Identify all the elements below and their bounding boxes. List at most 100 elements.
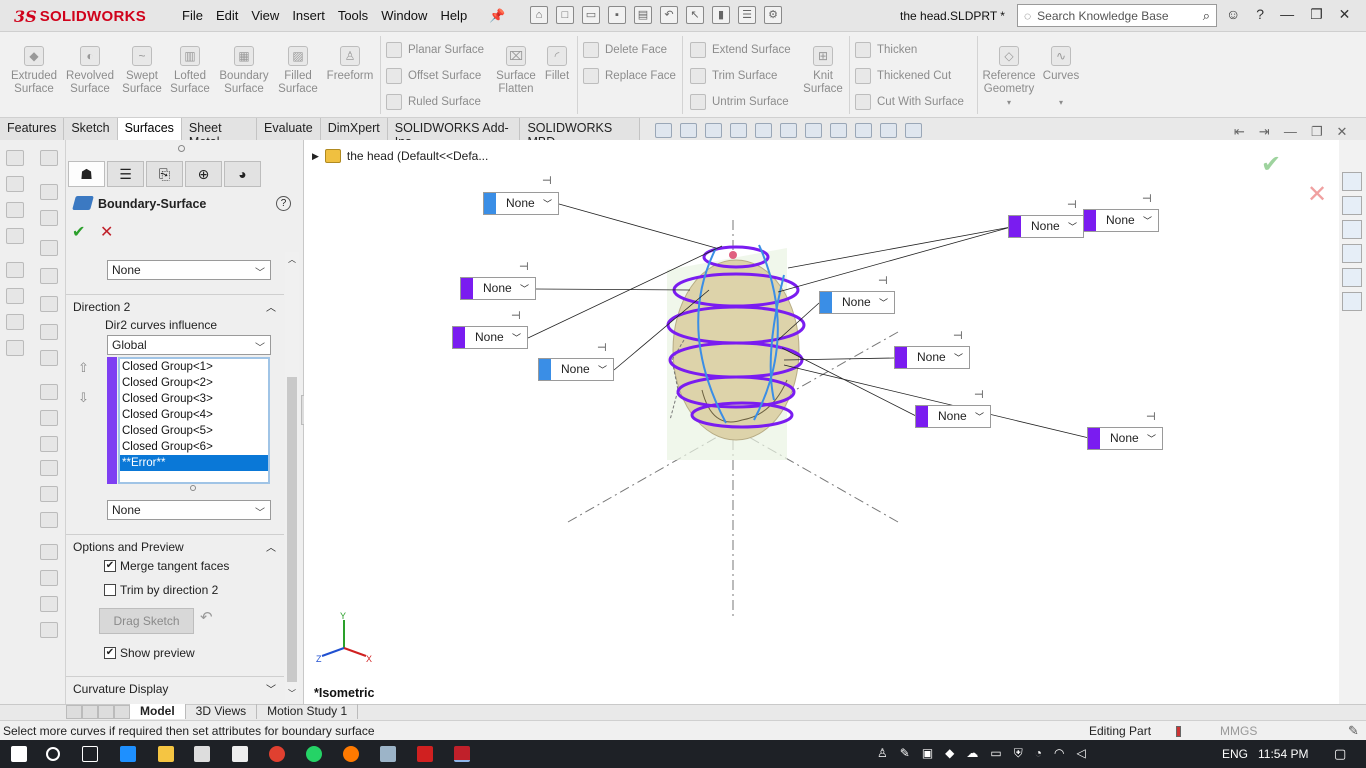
- menu-insert[interactable]: Insert: [292, 8, 335, 23]
- configuration-manager-tab-icon[interactable]: ⎘: [146, 161, 183, 187]
- connector-select[interactable]: None ﹀: [915, 405, 991, 428]
- unit-system[interactable]: MMGS: [1220, 724, 1257, 738]
- text-tool-icon[interactable]: [6, 228, 24, 244]
- delete-face-button[interactable]: Delete Face: [583, 42, 667, 58]
- options-gear-icon[interactable]: ⚙: [764, 6, 782, 24]
- tab-sketch[interactable]: Sketch: [64, 118, 118, 140]
- file-explorer-icon[interactable]: [158, 746, 174, 762]
- fillet-tool-icon[interactable]: [40, 240, 58, 256]
- mirror-tool-icon[interactable]: [6, 288, 24, 304]
- quick-snaps-icon[interactable]: [40, 350, 58, 366]
- tab-evaluate[interactable]: Evaluate: [257, 118, 321, 140]
- list-item[interactable]: Closed Group<4>: [120, 407, 268, 423]
- design-library-icon[interactable]: [1342, 196, 1362, 215]
- search-circle-icon[interactable]: [46, 747, 60, 761]
- next-tab-icon[interactable]: [98, 705, 114, 719]
- planar-surface-button[interactable]: Planar Surface: [386, 42, 484, 58]
- align-bottom-icon[interactable]: [40, 512, 58, 528]
- search-knowledge-base[interactable]: ◌ Search Knowledge Base ⌕: [1017, 4, 1217, 27]
- tab-model[interactable]: Model: [130, 704, 186, 719]
- list-resize-grip[interactable]: [190, 485, 196, 491]
- grid-icon[interactable]: [40, 622, 58, 638]
- graphics-area[interactable]: ▶ the head (Default<<Defa... None ﹀ ⊣ No…: [304, 140, 1339, 704]
- pdf-reader-icon[interactable]: [417, 746, 433, 762]
- offset-tool-icon[interactable]: [6, 262, 24, 278]
- antivirus-icon[interactable]: ◆: [945, 746, 954, 761]
- edit-appearance-icon[interactable]: [855, 123, 872, 138]
- collapse-right-icon[interactable]: ⇥: [1259, 124, 1270, 140]
- ok-checkmark-icon[interactable]: ✔: [72, 222, 85, 242]
- mail-icon[interactable]: [232, 746, 248, 762]
- user-icon[interactable]: ☺: [1226, 6, 1240, 23]
- align-top-icon[interactable]: [40, 436, 58, 452]
- thicken-button[interactable]: Thicken: [855, 42, 917, 58]
- chrome-icon[interactable]: [269, 746, 285, 762]
- connector-select[interactable]: None ﹀: [1008, 215, 1084, 238]
- direction2-curves-list[interactable]: Closed Group<1> Closed Group<2> Closed G…: [118, 357, 270, 484]
- pin-icon[interactable]: ⊣: [519, 260, 529, 273]
- connector-select[interactable]: None ﹀: [483, 192, 559, 215]
- connector-select[interactable]: None ﹀: [819, 291, 895, 314]
- help-icon[interactable]: ?: [276, 196, 291, 211]
- untrim-surface-button[interactable]: Untrim Surface: [690, 94, 789, 110]
- list-item[interactable]: Closed Group<6>: [120, 439, 268, 455]
- view-settings-icon[interactable]: [905, 123, 922, 138]
- tab-solidworks-mbd[interactable]: SOLIDWORKS MBD: [520, 118, 640, 149]
- prev-tab-icon[interactable]: [82, 705, 98, 719]
- align-center-icon[interactable]: [40, 486, 58, 502]
- connector-select[interactable]: None ﹀: [1083, 209, 1159, 232]
- appearances-icon[interactable]: [1342, 268, 1362, 287]
- viewport-minimize-icon[interactable]: —: [1284, 124, 1297, 140]
- scroll-down-icon[interactable]: ﹀: [288, 688, 296, 699]
- pin-icon[interactable]: ⊣: [511, 309, 521, 322]
- display-style-icon[interactable]: [805, 123, 822, 138]
- lofted-surface-button[interactable]: ▥ Lofted Surface: [167, 46, 213, 96]
- language-indicator[interactable]: ENG: [1222, 747, 1248, 761]
- revolved-surface-button[interactable]: ◐ Revolved Surface: [63, 46, 117, 96]
- direction2-group-header[interactable]: Direction 2 ︿: [66, 294, 284, 316]
- list-item[interactable]: Closed Group<2>: [120, 375, 268, 391]
- custom-properties-icon[interactable]: [1342, 292, 1362, 311]
- distribute-icon[interactable]: [40, 460, 58, 476]
- checkbox-checked-icon[interactable]: ✔: [104, 560, 116, 572]
- shield-icon[interactable]: ⛨: [1014, 746, 1023, 761]
- pin-icon[interactable]: ⊣: [1067, 198, 1077, 211]
- confirm-cancel-icon[interactable]: ✕: [1307, 180, 1327, 209]
- wifi-icon[interactable]: ◠: [1054, 746, 1064, 761]
- circle-tool-icon[interactable]: [40, 184, 58, 200]
- list-item[interactable]: Closed Group<1>: [120, 359, 268, 375]
- drag-sketch-button[interactable]: Drag Sketch: [99, 608, 194, 634]
- view-palette-icon[interactable]: [1342, 244, 1362, 263]
- edge-browser-icon[interactable]: [120, 746, 136, 762]
- tab-3d-views[interactable]: 3D Views: [186, 704, 258, 719]
- confirm-ok-icon[interactable]: ✔: [1261, 150, 1281, 179]
- pin-icon[interactable]: ⊣: [542, 174, 552, 187]
- collapse-chevron-icon[interactable]: ︿: [266, 299, 276, 314]
- move-down-arrow-icon[interactable]: ⇩: [78, 390, 89, 406]
- restore-icon[interactable]: ❐: [1310, 6, 1323, 23]
- pen-icon[interactable]: ✎: [900, 746, 910, 761]
- zoom-to-fit-icon[interactable]: [655, 123, 672, 138]
- direction1-end-condition-select[interactable]: None ﹀: [107, 260, 271, 280]
- undo-sketch-drag-icon[interactable]: ↶: [200, 608, 213, 626]
- search-placeholder[interactable]: Search Knowledge Base: [1037, 9, 1197, 23]
- boundary-surface-button[interactable]: ▦ Boundary Surface: [216, 46, 272, 96]
- collapse-left-icon[interactable]: ⇤: [1234, 124, 1245, 140]
- menu-file[interactable]: File: [182, 8, 213, 23]
- solidworks-resources-icon[interactable]: [1342, 172, 1362, 191]
- tab-dimxpert[interactable]: DimXpert: [321, 118, 388, 140]
- collapse-chevron-icon[interactable]: ︿: [266, 539, 276, 554]
- solidworks-taskbar-icon[interactable]: [454, 746, 470, 762]
- tab-solidworks-add-ins[interactable]: SOLIDWORKS Add-Ins: [388, 118, 521, 149]
- point-tool-icon[interactable]: [40, 210, 58, 226]
- notification-icon[interactable]: ▢: [1334, 746, 1346, 762]
- connector-select[interactable]: None ﹀: [1087, 427, 1163, 450]
- volume-icon[interactable]: ◁: [1077, 746, 1086, 761]
- connector-select[interactable]: None ﹀: [452, 326, 528, 349]
- freeform-button[interactable]: ♙ Freeform: [325, 46, 375, 83]
- feature-manager-tab-icon[interactable]: ☗: [68, 161, 105, 187]
- thickened-cut-button[interactable]: Thickened Cut: [855, 68, 951, 84]
- list-item[interactable]: Closed Group<5>: [120, 423, 268, 439]
- previous-view-icon[interactable]: [705, 123, 722, 138]
- last-tab-icon[interactable]: [114, 705, 130, 719]
